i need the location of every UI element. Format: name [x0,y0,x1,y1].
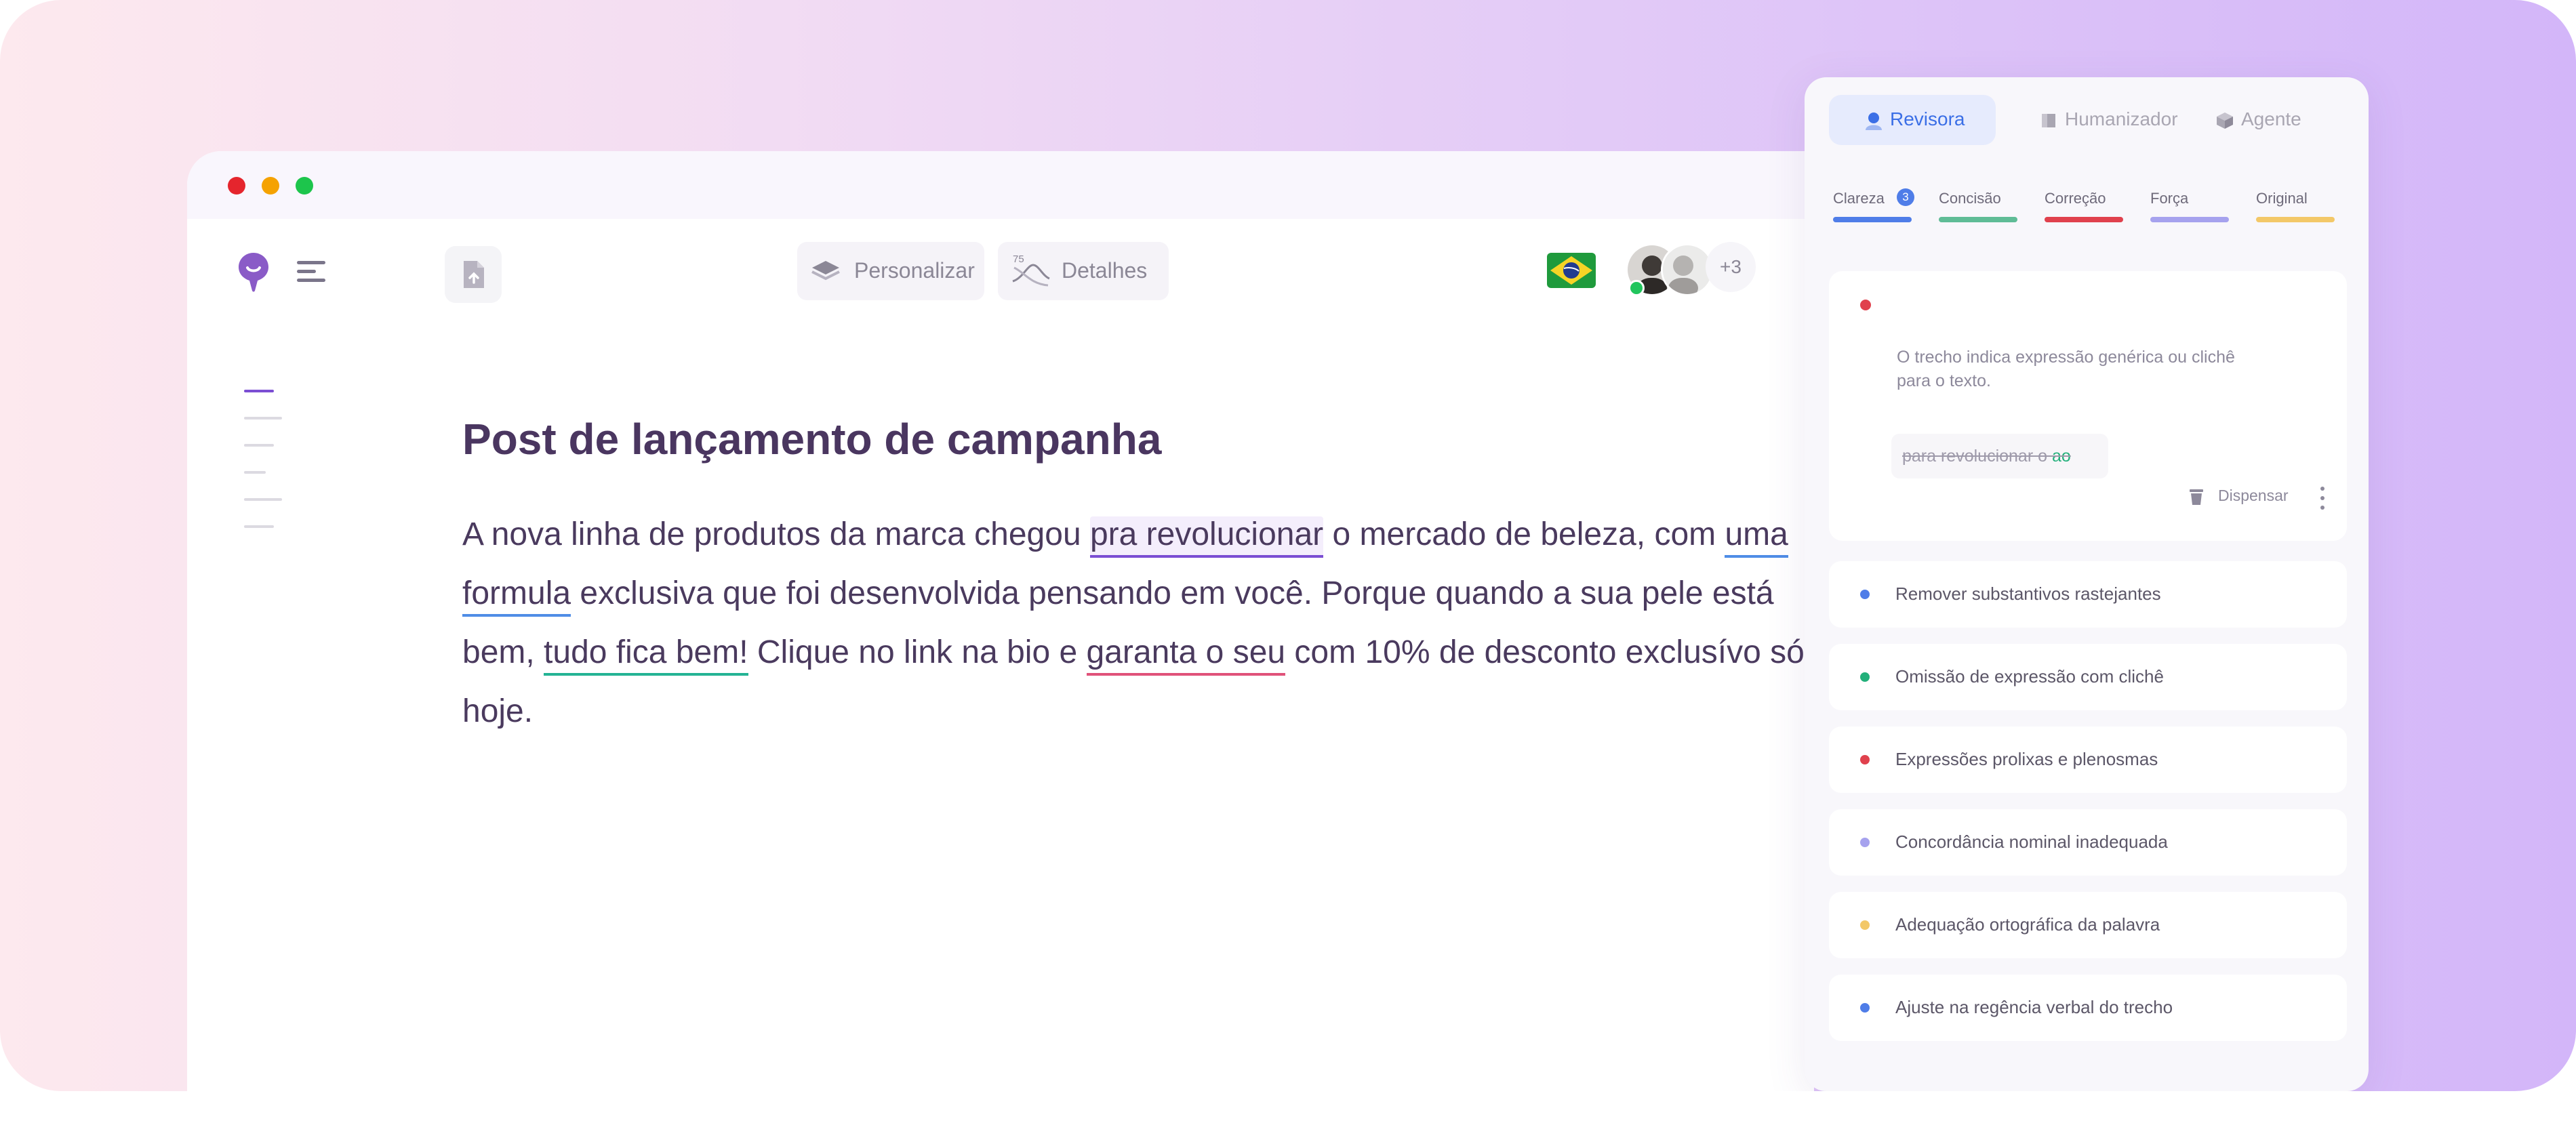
accept-suggestion-button[interactable]: para revolucionar o ao [1891,434,2108,478]
stats-icon: 75 [1012,253,1050,287]
cube-icon [2217,113,2233,129]
issue-item[interactable]: Adequação ortográfica da palavra [1829,892,2347,958]
issue-label: Remover substantivos rastejantes [1895,584,2161,604]
online-status-indicator [1628,280,1645,296]
outline-item[interactable] [244,498,282,501]
outline-item[interactable] [244,444,274,447]
highlight-active-suggestion[interactable]: pra revolucionar [1089,516,1324,558]
issue-label: Adequação ortográfica da palavra [1895,914,2160,935]
issue-dot [1860,755,1870,764]
body-text: A nova linha de produtos da marca chegou [462,516,1090,552]
category-bar [2256,217,2335,222]
category-bar [1833,217,1912,222]
issue-dot [1860,672,1870,682]
dismiss-button[interactable]: Dispensar [2188,483,2297,510]
maximize-window-button[interactable] [296,177,313,195]
outline-item[interactable] [244,471,266,474]
trash-icon [2190,489,2203,505]
tab-humanizador[interactable]: Humanizador [2004,95,2178,145]
category-label: Força [2150,190,2189,207]
window-titlebar [187,151,1814,219]
more-users-button[interactable]: +3 [1706,242,1756,292]
category-forca[interactable]: Força [2150,190,2229,230]
category-original[interactable]: Original [2256,190,2335,230]
issue-label: Ajuste na regência verbal do trecho [1895,997,2173,1017]
brazil-flag-icon[interactable] [1547,253,1596,288]
body-text: Clique no link na bio e [748,634,1087,670]
tab-label: Agente [2241,108,2301,129]
issue-label: Concordância nominal inadequada [1895,832,2168,852]
outline-item-active[interactable] [244,390,274,392]
tab-agente[interactable]: Agente [2180,95,2343,145]
suggestion-count-badge: 3 [1897,188,1914,206]
review-panel: Revisora Humanizador Agente Clareza 3 Co… [1805,77,2369,1091]
category-label: Clareza [1833,190,1885,207]
issue-label: Omissão de expressão com clichê [1895,666,2164,687]
document-outline [244,387,285,536]
suggestion-description: O trecho indica expressão genérica ou cl… [1897,348,2235,390]
tab-label: Revisora [1890,108,1965,129]
details-label: Detalhes [1062,258,1148,283]
issue-item[interactable]: Expressões prolixas e plenosmas [1829,727,2347,793]
original-text-value: para revolucionar o [1902,447,2048,466]
issue-item[interactable]: Omissão de expressão com clichê [1829,644,2347,710]
document-body[interactable]: A nova linha de produtos da marca chegou… [462,505,1805,741]
body-text: o mercado de beleza, com [1323,516,1725,552]
personalize-button[interactable]: Personalizar [797,242,984,300]
original-text: para revolucionar o ao [1902,447,2071,466]
category-bar [2045,217,2123,222]
tab-revisora[interactable]: Revisora [1829,95,1996,145]
outline-item[interactable] [244,417,282,420]
close-window-button[interactable] [228,177,245,195]
category-bar [1939,217,2017,222]
category-bar [2150,217,2229,222]
category-label: Concisão [1939,190,2001,207]
issue-dot [1860,920,1870,930]
details-score: 75 [1013,253,1024,265]
person-icon [1866,113,1882,130]
details-button[interactable]: 75 Detalhes [998,242,1169,300]
document-title[interactable]: Post de lançamento de campanha [462,414,1161,464]
issue-label: Expressões prolixas e plenosmas [1895,749,2158,769]
suggestion-severity-dot [1860,300,1871,310]
menu-icon[interactable] [294,258,328,285]
issue-item[interactable]: Remover substantivos rastejantes [1829,561,2347,628]
tab-label: Humanizador [2065,108,2178,129]
minimize-window-button[interactable] [262,177,279,195]
head-icon [2042,114,2055,127]
category-concisao[interactable]: Concisão [1939,190,2017,230]
dismiss-label: Dispensar [2218,487,2289,504]
category-clareza[interactable]: Clareza 3 [1833,188,1914,230]
category-label: Original [2256,190,2308,207]
issue-item[interactable]: Ajuste na regência verbal do trecho [1829,975,2347,1041]
highlight-correction[interactable]: garanta o seu [1086,634,1286,676]
document-upload-button[interactable] [445,246,502,303]
issue-dot [1860,1003,1870,1013]
highlight-conciseness[interactable]: tudo fica bem! [544,634,748,676]
document-upload-icon [464,261,484,288]
background-gradient: Personalizar 75 Detalhes +3 Post de lanç… [0,0,2576,1091]
app-logo-icon[interactable] [237,251,270,292]
category-label: Correção [2045,190,2106,207]
category-correcao[interactable]: Correção [2045,190,2123,230]
suggestion-card: O trecho indica expressão genérica ou cl… [1829,271,2347,541]
issue-dot [1860,590,1870,599]
outline-item[interactable] [244,525,274,528]
layers-icon [811,261,840,281]
personalize-label: Personalizar [854,258,975,283]
more-options-icon[interactable] [2316,485,2329,512]
replacement-text: ao [2051,447,2071,466]
issue-dot [1860,838,1870,847]
issue-item[interactable]: Concordância nominal inadequada [1829,809,2347,876]
editor-window: Personalizar 75 Detalhes +3 Post de lanç… [187,151,1814,1091]
